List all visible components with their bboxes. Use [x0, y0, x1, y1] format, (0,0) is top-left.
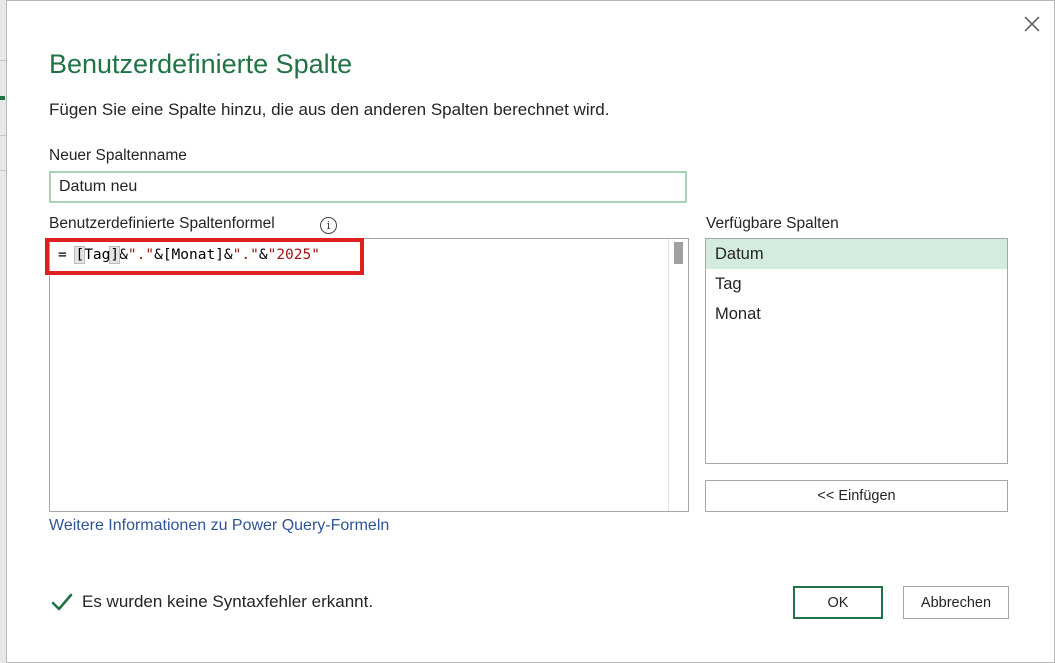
formula-scrollbar[interactable]: [668, 239, 688, 511]
annotation-highlight-box: [45, 238, 364, 275]
new-column-name-label: Neuer Spaltenname: [49, 147, 187, 164]
available-columns-label: Verfügbare Spalten: [706, 215, 839, 232]
new-column-name-input[interactable]: [49, 171, 687, 203]
formula-label: Benutzerdefinierte Spaltenformel: [49, 215, 275, 232]
dialog-title: Benutzerdefinierte Spalte: [49, 49, 353, 79]
custom-column-dialog: Benutzerdefinierte Spalte Fügen Sie eine…: [6, 0, 1055, 663]
background-accent: [0, 96, 5, 100]
column-item-datum[interactable]: Datum: [706, 239, 1007, 269]
column-item-monat[interactable]: Monat: [706, 299, 1007, 329]
scrollbar-thumb[interactable]: [674, 242, 683, 264]
ok-button[interactable]: OK: [793, 586, 883, 619]
close-icon: [1024, 16, 1040, 32]
close-button[interactable]: [1019, 11, 1045, 37]
insert-button[interactable]: << Einfügen: [705, 480, 1008, 512]
cancel-button[interactable]: Abbrechen: [903, 586, 1009, 619]
available-columns-list[interactable]: Datum Tag Monat: [705, 238, 1008, 464]
formula-editor[interactable]: = [Tag]&"."&[Monat]&"."&"2025": [49, 238, 689, 512]
info-icon[interactable]: i: [320, 217, 337, 234]
dialog-subtitle: Fügen Sie eine Spalte hinzu, die aus den…: [49, 100, 610, 119]
syntax-status-text: Es wurden keine Syntaxfehler erkannt.: [82, 592, 374, 611]
power-query-formulas-link[interactable]: Weitere Informationen zu Power Query-For…: [49, 517, 389, 535]
syntax-status: Es wurden keine Syntaxfehler erkannt.: [51, 592, 373, 612]
checkmark-icon: [51, 593, 73, 611]
column-item-tag[interactable]: Tag: [706, 269, 1007, 299]
